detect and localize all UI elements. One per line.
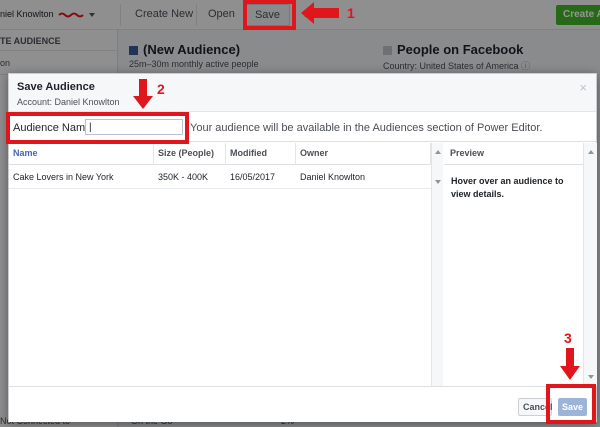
dialog-title: Save Audience — [17, 81, 95, 93]
cell-modified: 16/05/2017 — [230, 172, 276, 182]
arrow-down-icon — [133, 79, 153, 109]
scroll-down-icon[interactable] — [435, 180, 441, 184]
scroll-up-icon[interactable] — [588, 150, 594, 154]
table-header-row: Name Size (People) Modified Owner — [9, 143, 442, 165]
close-icon[interactable]: × — [579, 81, 587, 94]
column-header-modified[interactable]: Modified — [226, 143, 296, 165]
dialog-account: Account: Daniel Knowlton — [17, 97, 120, 107]
table-row[interactable]: Cake Lovers in New York 350K - 400K 16/0… — [9, 165, 442, 189]
column-header-name[interactable]: Name — [9, 143, 154, 165]
cell-owner: Daniel Knowlton — [300, 172, 366, 182]
scroll-down-icon[interactable] — [588, 375, 594, 379]
cell-size: 350K - 400K — [158, 172, 209, 182]
dialog-footer: Cancel Save — [9, 386, 596, 422]
step-number-1: 1 — [347, 5, 355, 21]
cell-name: Cake Lovers in New York — [13, 172, 114, 182]
preview-text: Hover over an audience to view details. — [451, 176, 564, 199]
arrow-left-icon — [301, 2, 339, 24]
preview-scrollbar[interactable] — [583, 143, 597, 386]
step-number-3: 3 — [564, 330, 572, 346]
table-scrollbar[interactable] — [431, 143, 443, 386]
highlight-toolbar-save — [243, 0, 296, 30]
highlight-audience-name — [6, 112, 189, 144]
audience-table: Name Size (People) Modified Owner Cake L… — [9, 143, 443, 386]
dialog-header: Save Audience Account: Daniel Knowlton × — [9, 74, 596, 112]
preview-heading: Preview — [444, 143, 583, 165]
scroll-up-icon[interactable] — [435, 150, 441, 154]
audience-name-hint: Your audience will be available in the A… — [190, 122, 543, 134]
column-header-owner[interactable]: Owner — [296, 143, 431, 165]
highlight-dialog-save — [546, 384, 596, 424]
arrow-down-icon — [560, 348, 580, 380]
step-number-2: 2 — [157, 81, 165, 97]
column-header-size[interactable]: Size (People) — [154, 143, 226, 165]
